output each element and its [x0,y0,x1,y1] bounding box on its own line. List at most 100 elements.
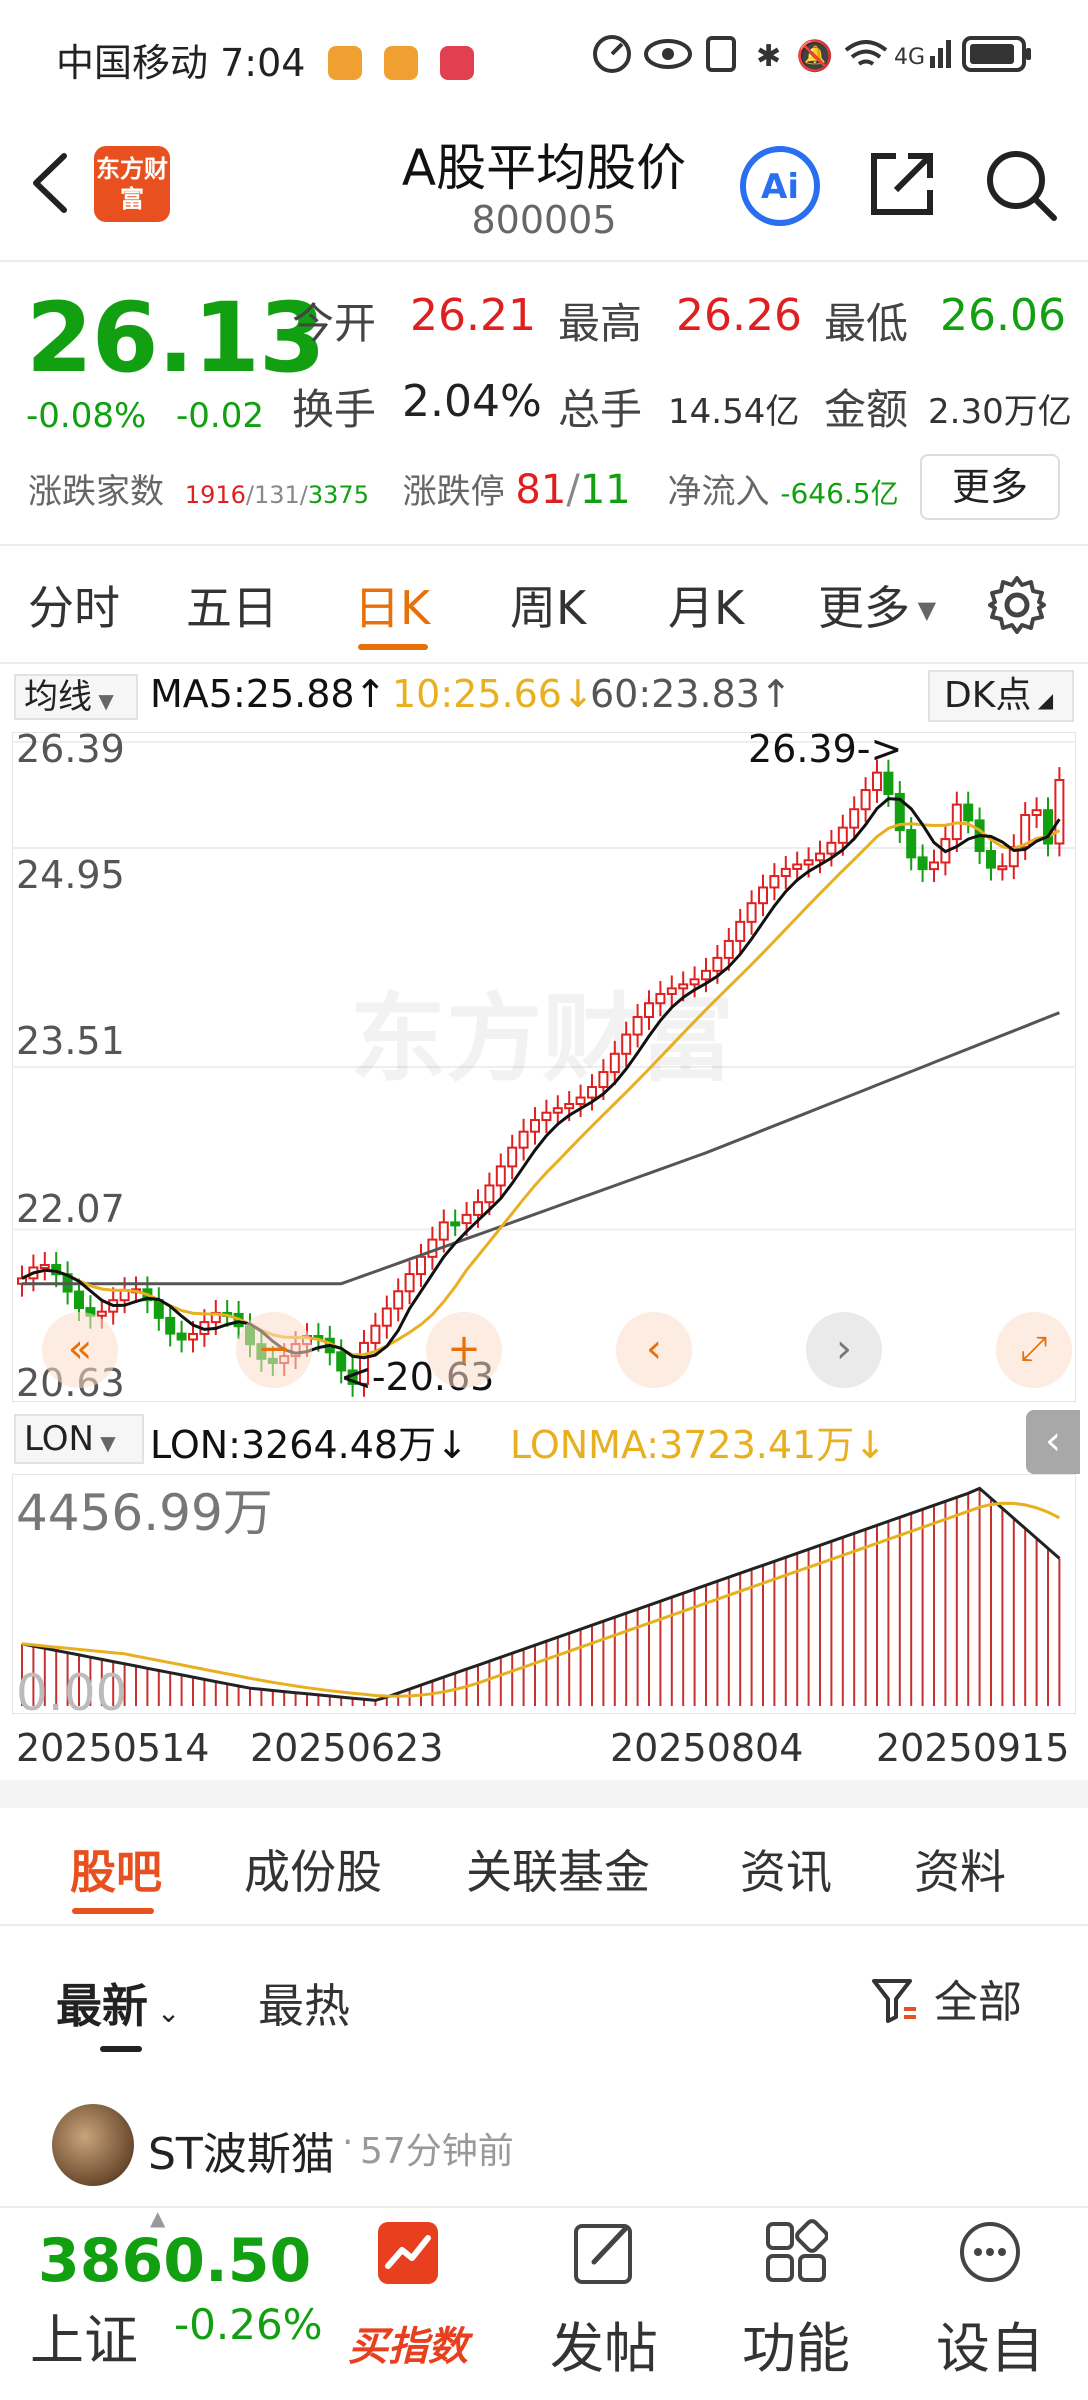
candle-body [826,841,837,855]
candle-body [860,789,871,811]
x-date-label: 20250915 [876,1726,1070,1770]
candle-body [621,1033,632,1055]
search-icon[interactable] [982,146,1058,222]
candle-body [792,863,803,870]
fullscreen-icon[interactable]: ⤢ [996,1312,1072,1388]
zoom-out-icon[interactable]: − [236,1312,312,1388]
tab-weekly-k[interactable]: 周K [510,572,586,638]
candle-body [450,1221,461,1227]
candle-body [701,969,711,981]
open-value: 26.21 [410,290,536,341]
candle-body [473,1201,483,1216]
lon-select-label: LON [24,1419,94,1459]
candle-body [393,1290,404,1310]
ma-indicator-select[interactable]: 均线 ▼ [14,674,138,720]
svg-text:4G: 4G [894,45,925,70]
zoom-in-icon[interactable]: + [426,1312,502,1388]
tab-intraday[interactable]: 分时 [28,572,120,638]
tab-five-day[interactable]: 五日 [186,572,278,638]
back-arrow-icon[interactable] [24,148,80,218]
limit-down: 11 [579,467,631,513]
more-quote-button[interactable]: 更多 [920,454,1060,520]
tab-profile[interactable]: 资料 [914,1836,1006,1902]
candle-body [416,1255,426,1276]
high-label: 最高 [558,299,643,348]
tab-monthly-k[interactable]: 月K [668,572,744,638]
rewind-icon[interactable]: « [42,1312,118,1388]
corner-arrow-icon: ◢ [1031,688,1054,712]
collapse-panel-button[interactable]: ‹ [1026,1410,1080,1474]
candle-body [74,1290,84,1310]
candle-body [872,771,882,792]
ai-assistant-icon[interactable]: Ai [738,144,822,228]
sort-latest[interactable]: 最新 ⌄ [56,1970,180,2036]
status-bar: 中国移动 7:04 ✱ 🔕 4G [0,0,1088,110]
y-tick: 23.51 [16,1019,125,1063]
status-left: 中国移动 7:04 [56,32,474,87]
avatar[interactable] [52,2104,134,2186]
notification-icon [439,46,474,80]
svg-text:Ai: Ai [761,167,799,207]
caret-down-icon: ▼ [92,689,114,713]
divider [0,662,1088,664]
candle-body [769,875,780,889]
candle-body [689,978,700,986]
candle-body [837,826,848,844]
candle-body [96,1310,107,1317]
notification-icon [327,46,362,80]
chevron-left-icon[interactable]: ‹ [616,1312,692,1388]
svg-text:🔕: 🔕 [796,38,833,74]
candle-body [507,1146,518,1168]
candlestick-chart[interactable]: 东方财富 26.39 24.95 23.51 22.07 20.63 26.39… [12,732,1076,1402]
spacer [0,1780,1088,1808]
candle-body [678,983,689,990]
system-status-icons: ✱ 🔕 4G [593,35,1031,74]
nav-functions[interactable]: 功能 [716,2214,876,2394]
tab-guba[interactable]: 股吧 [70,1836,162,1902]
dk-label: DK点 [944,675,1032,716]
candle-body [746,902,757,923]
candle-body [1031,809,1042,817]
low-label: 最低 [824,299,909,348]
candle-body [381,1307,392,1327]
index-name[interactable]: 上证 [30,2296,138,2375]
netflow-value: -646.5亿 [780,477,899,510]
chevron-right-icon[interactable]: › [806,1312,882,1388]
volume-label: 总手 [558,385,643,434]
tab-related-funds[interactable]: 关联基金 [466,1836,650,1902]
candle-body [495,1165,506,1187]
tab-constituents[interactable]: 成份股 [244,1836,382,1902]
app-logo: 东方财富 [94,146,170,222]
y-tick: 22.07 [16,1187,125,1231]
header: 东方财富 A股平均股价 800005 Ai [0,110,1088,260]
candle-body [541,1111,552,1122]
tab-daily-k[interactable]: 日K [354,572,430,638]
ma-select-label: 均线 [24,677,92,717]
candle-body [997,865,1008,871]
sort-hot[interactable]: 最热 [258,1970,350,2036]
tab-news[interactable]: 资讯 [740,1836,832,1902]
breadth-label: 涨跌家数 [28,472,164,512]
post-username[interactable]: ST波斯猫 [148,2118,335,2182]
nav-post[interactable]: 发帖 [524,2214,684,2394]
filter-button[interactable]: 全部 [870,1966,1022,2028]
turnover-value: 2.04% [402,376,542,427]
dk-point-button[interactable]: DK点 ◢ [928,670,1074,722]
limit-up: 81 [515,467,567,513]
nav-buy-index[interactable]: 买指数 [328,2214,488,2394]
lon-chart: 4456.99万 0.00 [12,1474,1076,1714]
tab-more[interactable]: 更多 ▼ [818,572,936,638]
candle-body [188,1332,198,1341]
last-price: 26.13 [26,282,326,394]
share-icon[interactable] [866,148,938,220]
lon-indicator-select[interactable]: LON ▼ [14,1414,144,1464]
tab-more-label: 更多 [818,581,910,635]
post-time: 57分钟前 [360,2131,514,2172]
more-dots-icon [960,2222,1020,2282]
nav-buy-label: 买指数 [348,2324,468,2370]
nav-add-watchlist[interactable]: 设自选 [910,2214,1070,2400]
gear-icon[interactable] [986,574,1048,636]
change-amount: -0.02 [176,396,264,436]
lonma-value: LONMA:3723.41万↓ [510,1423,887,1467]
index-value[interactable]: 3860.50 [38,2226,311,2296]
